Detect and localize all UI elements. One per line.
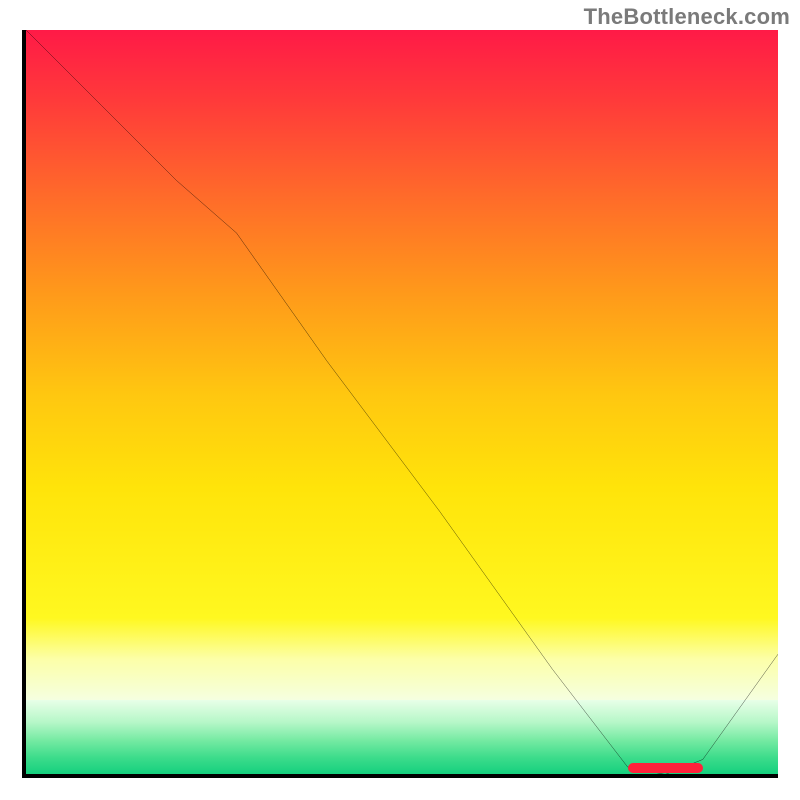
attribution-text: TheBottleneck.com xyxy=(584,4,790,30)
curve-path xyxy=(26,30,778,774)
bottleneck-curve xyxy=(26,30,778,778)
optimum-marker xyxy=(628,763,703,773)
plot-area xyxy=(22,30,778,778)
chart-container: TheBottleneck.com xyxy=(0,0,800,800)
